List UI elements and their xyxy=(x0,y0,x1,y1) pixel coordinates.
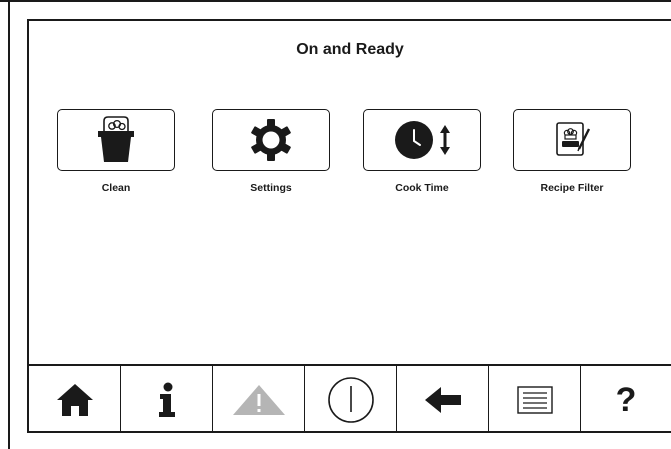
tile-settings-label: Settings xyxy=(250,182,292,194)
page-title: On and Ready xyxy=(296,41,404,58)
bucket-icon xyxy=(98,116,134,162)
cook-time-button[interactable] xyxy=(363,109,481,171)
outer-frame-top xyxy=(0,0,671,2)
tile-recipe-filter-label: Recipe Filter xyxy=(540,182,604,194)
tile-settings[interactable]: Settings xyxy=(211,109,331,194)
menu-list-icon xyxy=(516,385,553,414)
recipe-filter-button[interactable] xyxy=(513,109,631,171)
warning-icon xyxy=(232,384,285,415)
nav-power-button[interactable] xyxy=(305,366,397,433)
nav-warning-button[interactable] xyxy=(213,366,305,433)
gear-icon xyxy=(251,119,291,161)
outer-frame-left xyxy=(8,0,10,449)
nav-home-button[interactable] xyxy=(29,366,121,433)
back-arrow-icon xyxy=(424,386,461,413)
settings-button[interactable] xyxy=(212,109,330,171)
up-down-arrow-icon xyxy=(440,125,450,155)
screen: On and Ready Clean Settings Cook Time Re… xyxy=(27,19,671,433)
clock-adjust-icon xyxy=(395,121,450,159)
home-icon xyxy=(56,383,93,416)
tile-cook-time[interactable]: Cook Time xyxy=(362,109,482,194)
nav-info-button[interactable] xyxy=(121,366,213,433)
help-icon: ? xyxy=(615,380,637,419)
tile-clean[interactable]: Clean xyxy=(56,109,176,194)
info-icon xyxy=(158,382,175,417)
nav-help-button[interactable]: ? xyxy=(581,366,671,433)
nav-back-button[interactable] xyxy=(397,366,489,433)
power-icon xyxy=(327,376,374,423)
clean-button[interactable] xyxy=(57,109,175,171)
tile-cook-time-label: Cook Time xyxy=(395,182,449,194)
bottom-navbar: ? xyxy=(29,364,671,433)
recipe-filter-icon xyxy=(556,122,591,156)
nav-menu-button[interactable] xyxy=(489,366,581,433)
tile-recipe-filter[interactable]: Recipe Filter xyxy=(512,109,632,194)
tile-clean-label: Clean xyxy=(101,182,131,194)
